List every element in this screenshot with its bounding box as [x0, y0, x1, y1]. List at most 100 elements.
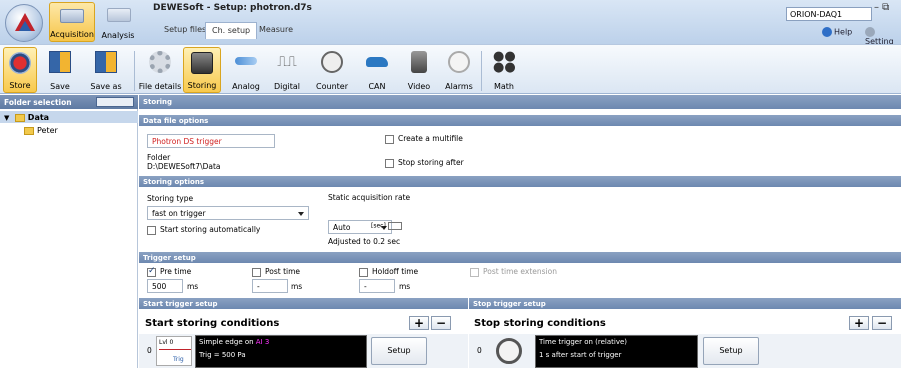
storing-options-header: Storing options: [139, 176, 901, 187]
analysis-mode-button[interactable]: Analysis: [97, 2, 139, 42]
holdoff-time-checkbox[interactable]: Holdoff time: [359, 267, 418, 277]
post-time-checkbox[interactable]: Post time: [252, 267, 300, 277]
counter-icon: [321, 51, 343, 73]
window-controls[interactable]: – ⧉: [874, 2, 889, 13]
unit-dropdown[interactable]: [387, 222, 402, 230]
tree-item-label: Data: [27, 113, 50, 122]
analysis-label: Analysis: [101, 31, 135, 40]
camera-icon: [411, 51, 427, 73]
start-condition-row[interactable]: 0 Lvl 0 Trig Simple edge on AI 3 Trig = …: [139, 334, 468, 368]
view-options-dropdown[interactable]: [96, 97, 134, 107]
save-as-button[interactable]: Save as: [84, 47, 128, 93]
math-label: Math: [493, 82, 514, 91]
acquisition-mode-button[interactable]: Acquisition: [49, 2, 95, 42]
checkbox-box[interactable]: [252, 267, 261, 277]
pre-time-checkbox[interactable]: Pre time: [147, 266, 191, 277]
storing-type-select[interactable]: fast on trigger: [147, 206, 309, 220]
video-button[interactable]: Video: [402, 47, 436, 93]
stop-storing-after-checkbox[interactable]: Stop storing after: [385, 158, 464, 168]
checkbox-box[interactable]: [470, 267, 479, 277]
trigger-setup-header: Trigger setup: [139, 252, 901, 263]
create-multifile-checkbox[interactable]: Create a multifile: [385, 134, 463, 144]
checkbox-box[interactable]: [147, 225, 156, 235]
help-button[interactable]: Help: [822, 27, 852, 37]
pre-time-unit: ms: [187, 282, 199, 291]
math-icon: ●● ●●: [493, 49, 516, 75]
stop-condition-setup-button[interactable]: Setup: [703, 337, 759, 365]
tab-measure[interactable]: Measure: [253, 22, 299, 39]
start-condition-setup-button[interactable]: Setup: [371, 337, 427, 365]
holdoff-time-input[interactable]: -: [359, 279, 395, 293]
unit-selector[interactable]: [sec]: [371, 222, 402, 230]
tree-item-peter[interactable]: Peter: [0, 125, 58, 135]
pre-time-input[interactable]: 500: [147, 279, 183, 293]
can-button[interactable]: CAN: [360, 47, 394, 93]
checkbox-box[interactable]: [385, 134, 394, 144]
data-file-options-header: Data file options: [139, 115, 901, 126]
folder-path[interactable]: D:\DEWESoft7\Data: [147, 162, 221, 171]
adjusted-rate-text: Adjusted to 0.2 sec: [328, 237, 401, 246]
save-label: Save: [50, 82, 70, 91]
expand-arrow-icon[interactable]: ▼: [4, 114, 12, 122]
store-label: Store: [9, 81, 31, 90]
save-as-icon: [95, 51, 117, 73]
can-label: CAN: [368, 82, 386, 91]
remove-start-condition-button[interactable]: −: [431, 316, 451, 330]
analog-button[interactable]: Analog: [228, 47, 264, 93]
folder-icon: [14, 113, 25, 122]
store-button[interactable]: Store: [3, 47, 37, 93]
ribbon-toolbar: Store Save Save as File details Storing …: [0, 44, 901, 94]
checkbox-box[interactable]: [147, 266, 156, 277]
stop-trigger-setup-header: Stop trigger setup: [469, 298, 901, 309]
start-trigger-setup-header: Start trigger setup: [139, 298, 468, 309]
storing-button[interactable]: Storing: [183, 47, 221, 93]
stop-condition-description: Time trigger on (relative) 1 s after sta…: [535, 335, 698, 368]
digital-label: Digital: [274, 82, 300, 91]
device-selector[interactable]: ORION-DAQ1: [786, 7, 872, 21]
start-auto-checkbox[interactable]: Start storing automatically: [147, 225, 260, 235]
post-time-extension-label: Post time extension: [483, 267, 557, 276]
filename-input[interactable]: Photron DS trigger: [147, 134, 275, 148]
dewesoft-logo-icon[interactable]: [5, 4, 43, 42]
tree-item-label: Peter: [37, 126, 58, 135]
math-button[interactable]: ●● ●● Math: [487, 47, 521, 93]
alarm-clock-icon: [448, 51, 470, 73]
checkbox-box[interactable]: [359, 267, 368, 277]
add-stop-condition-button[interactable]: +: [849, 316, 869, 330]
stop-condition-row[interactable]: 0 Time trigger on (relative) 1 s after s…: [469, 334, 901, 368]
stopwatch-icon: [496, 338, 522, 364]
save-button[interactable]: Save: [42, 47, 78, 93]
counter-button[interactable]: Counter: [312, 47, 352, 93]
folder-label: Folder: [147, 153, 171, 162]
folder-selection-header: Folder selection: [0, 95, 138, 109]
start-conditions-title: Start storing conditions: [145, 318, 280, 329]
chevron-down-icon: [298, 212, 304, 216]
alarms-button[interactable]: Alarms: [441, 47, 477, 93]
post-time-extension-checkbox[interactable]: Post time extension: [470, 267, 557, 277]
tab-ch-setup[interactable]: Ch. setup: [205, 22, 258, 39]
condition-duration: 1 s after start of trigger: [539, 351, 622, 359]
post-time-unit: ms: [291, 282, 303, 291]
trig-label: Trig: [173, 356, 184, 363]
static-rate-label: Static acquisition rate: [328, 193, 411, 202]
digital-button[interactable]: ⎍⎍ Digital: [268, 47, 306, 93]
storing-type-label: Storing type: [147, 194, 194, 203]
ribbon-separator: [481, 51, 482, 91]
counter-label: Counter: [316, 82, 348, 91]
ribbon-separator: [134, 51, 135, 91]
stop-condition-index: 0: [477, 346, 482, 355]
add-start-condition-button[interactable]: +: [409, 316, 429, 330]
post-time-input[interactable]: -: [252, 279, 288, 293]
file-details-button[interactable]: File details: [138, 47, 182, 93]
help-label: Help: [834, 27, 853, 37]
alarms-label: Alarms: [445, 82, 473, 91]
storing-icon: [191, 52, 213, 74]
static-rate-value: Auto: [333, 223, 351, 232]
storing-type-value: fast on trigger: [152, 209, 206, 218]
analog-icon: [235, 57, 257, 65]
remove-stop-condition-button[interactable]: −: [872, 316, 892, 330]
tree-item-data[interactable]: ▼ Data: [0, 111, 138, 123]
checkbox-box[interactable]: [385, 158, 394, 168]
folder-icon: [24, 126, 34, 135]
folder-info: Folder D:\DEWESoft7\Data: [147, 153, 221, 171]
